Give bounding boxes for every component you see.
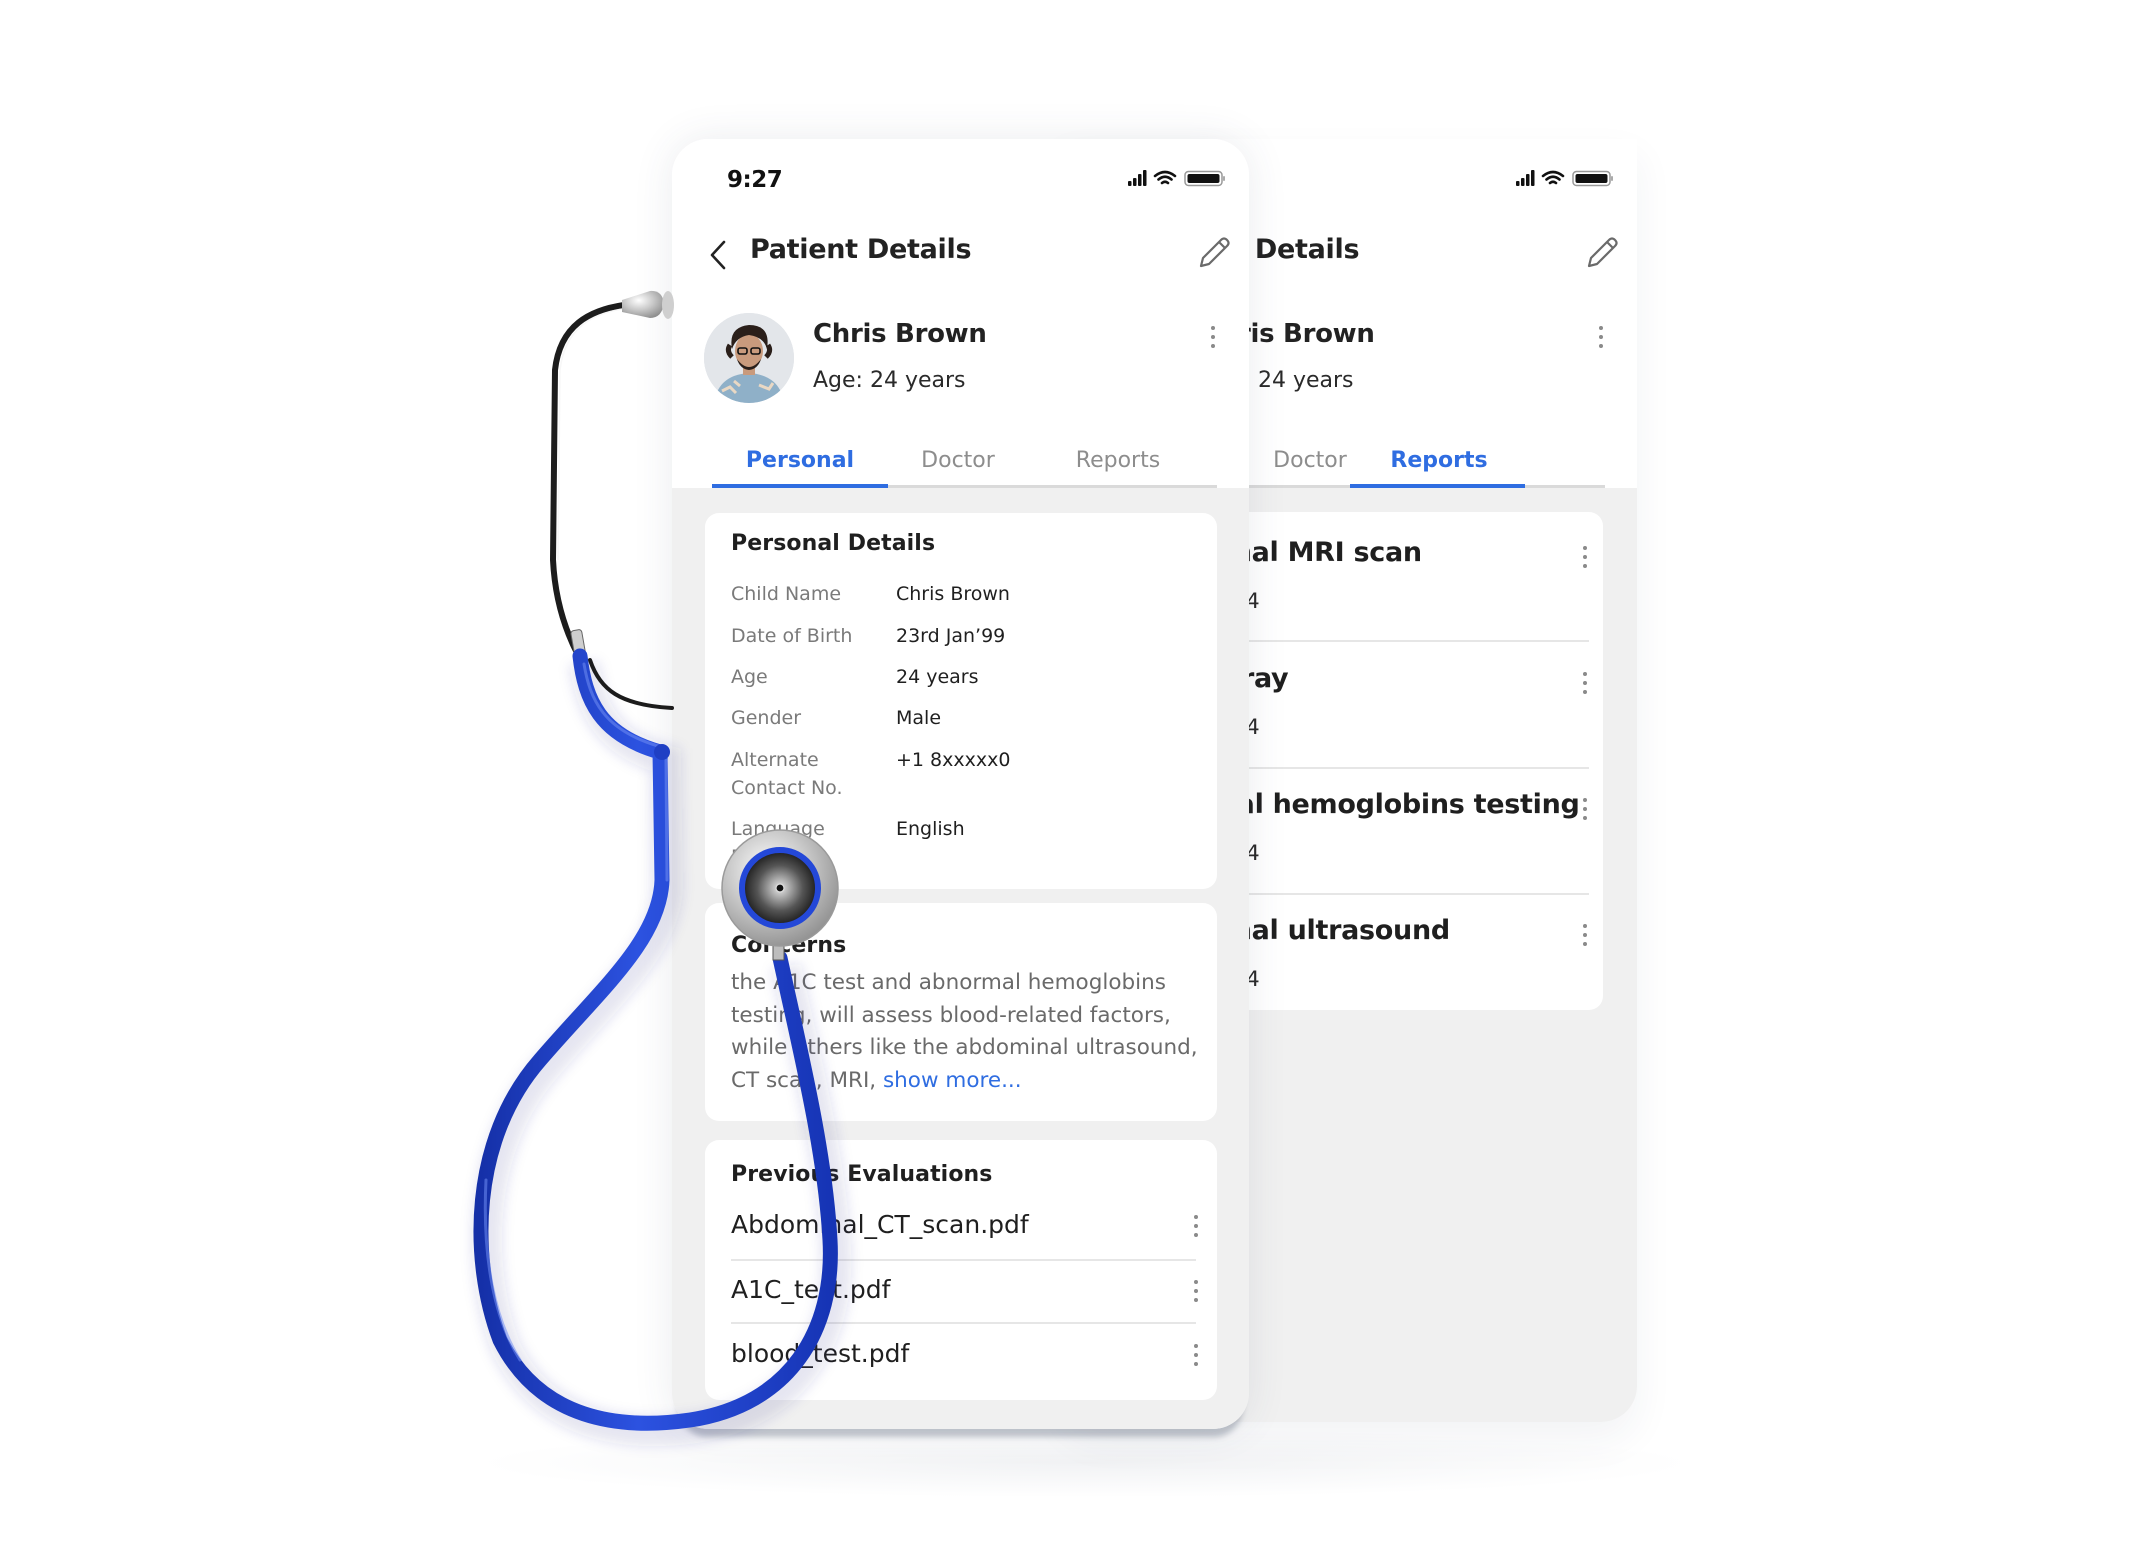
detail-label: Gender (731, 707, 802, 729)
kebab-icon[interactable] (1190, 1277, 1202, 1305)
detail-value: English (896, 818, 965, 840)
tube-connector (570, 629, 587, 659)
kebab-icon[interactable] (1207, 323, 1219, 351)
signal-icon (1128, 170, 1147, 186)
card-title: Personal Details (731, 531, 936, 556)
detail-value: 24 years (896, 666, 979, 688)
detail-label: Child Name (731, 583, 842, 605)
battery-icon (1572, 170, 1613, 187)
status-time: 9:27 (727, 167, 783, 193)
status-icons (1516, 170, 1613, 187)
blue-tube-highlight (483, 662, 669, 1362)
detail-value: 23rd Jan’99 (896, 625, 1006, 647)
binaural-tube (549, 302, 627, 658)
file-name: A1C_test.pdf (731, 1275, 891, 1304)
chevron-left-icon[interactable] (706, 239, 730, 271)
file-item[interactable]: blood_test.pdf (731, 1323, 1198, 1387)
previous-evaluations-card: Previous Evaluations Abdominal_CT_scan.p… (705, 1140, 1217, 1400)
kebab-icon[interactable] (1579, 543, 1591, 571)
show-more-link[interactable]: show more... (883, 1068, 1022, 1093)
status-icons (1128, 170, 1225, 187)
detail-value: +1 8xxxxx0 (896, 749, 1011, 771)
pencil-icon[interactable] (1193, 233, 1231, 271)
front-body: Personal Details Child Name Chris Brown … (672, 488, 1249, 1429)
binaural-highlight (557, 308, 623, 561)
front-phone-screen: 9:27 Patient Details Chris Brown Age: 24… (672, 139, 1249, 1429)
front-header: 9:27 Patient Details Chris Brown Age: 24… (672, 139, 1249, 488)
card-title: Previous Evaluations (731, 1162, 993, 1187)
tab-personal[interactable]: Personal (716, 448, 884, 473)
detail-value: Male (896, 707, 942, 729)
kebab-icon[interactable] (1579, 921, 1591, 949)
floor-shadow (470, 1428, 1700, 1498)
patient-age: Age: 24 years (813, 368, 966, 393)
detail-label: Age (731, 666, 768, 688)
concerns-text: the A1C test and abnormal hemoglobins te… (731, 967, 1201, 1097)
binaural-tube-2 (588, 658, 674, 710)
battery-icon (1184, 170, 1225, 187)
page-title: Patient Details (750, 234, 972, 265)
file-name: blood_test.pdf (731, 1339, 910, 1368)
kebab-icon[interactable] (1579, 669, 1591, 697)
kebab-icon[interactable] (1595, 323, 1607, 351)
personal-details-card: Personal Details Child Name Chris Brown … (705, 513, 1217, 889)
detail-value: Chris Brown (896, 583, 1010, 605)
kebab-icon[interactable] (1579, 795, 1591, 823)
tab-bar: Personal Doctor Reports (712, 439, 1217, 488)
kebab-icon[interactable] (1190, 1341, 1202, 1369)
earpiece-icon (622, 290, 674, 319)
detail-label: Alternate Contact No. (731, 749, 843, 799)
kebab-icon[interactable] (1190, 1212, 1202, 1240)
detail-label: Language Preferred (731, 818, 825, 868)
detail-label: Date of Birth (731, 625, 853, 647)
pencil-icon[interactable] (1581, 233, 1619, 271)
wifi-icon (1153, 170, 1177, 185)
file-item[interactable]: Abdominal_CT_scan.pdf (731, 1194, 1198, 1258)
tube-junction (654, 744, 670, 760)
file-item[interactable]: A1C_test.pdf (731, 1259, 1198, 1323)
avatar (704, 313, 794, 403)
concerns-card: Concerns the A1C test and abnormal hemog… (705, 903, 1217, 1121)
patient-name: Chris Brown (813, 319, 987, 349)
file-name: Abdominal_CT_scan.pdf (731, 1210, 1029, 1239)
wifi-icon (1541, 170, 1565, 185)
tab-reports[interactable]: Reports (1034, 448, 1202, 473)
tab-doctor[interactable]: Doctor (874, 448, 1042, 473)
card-title: Concerns (731, 933, 847, 958)
signal-icon (1516, 170, 1535, 186)
tab-reports[interactable]: Reports (1355, 448, 1523, 473)
